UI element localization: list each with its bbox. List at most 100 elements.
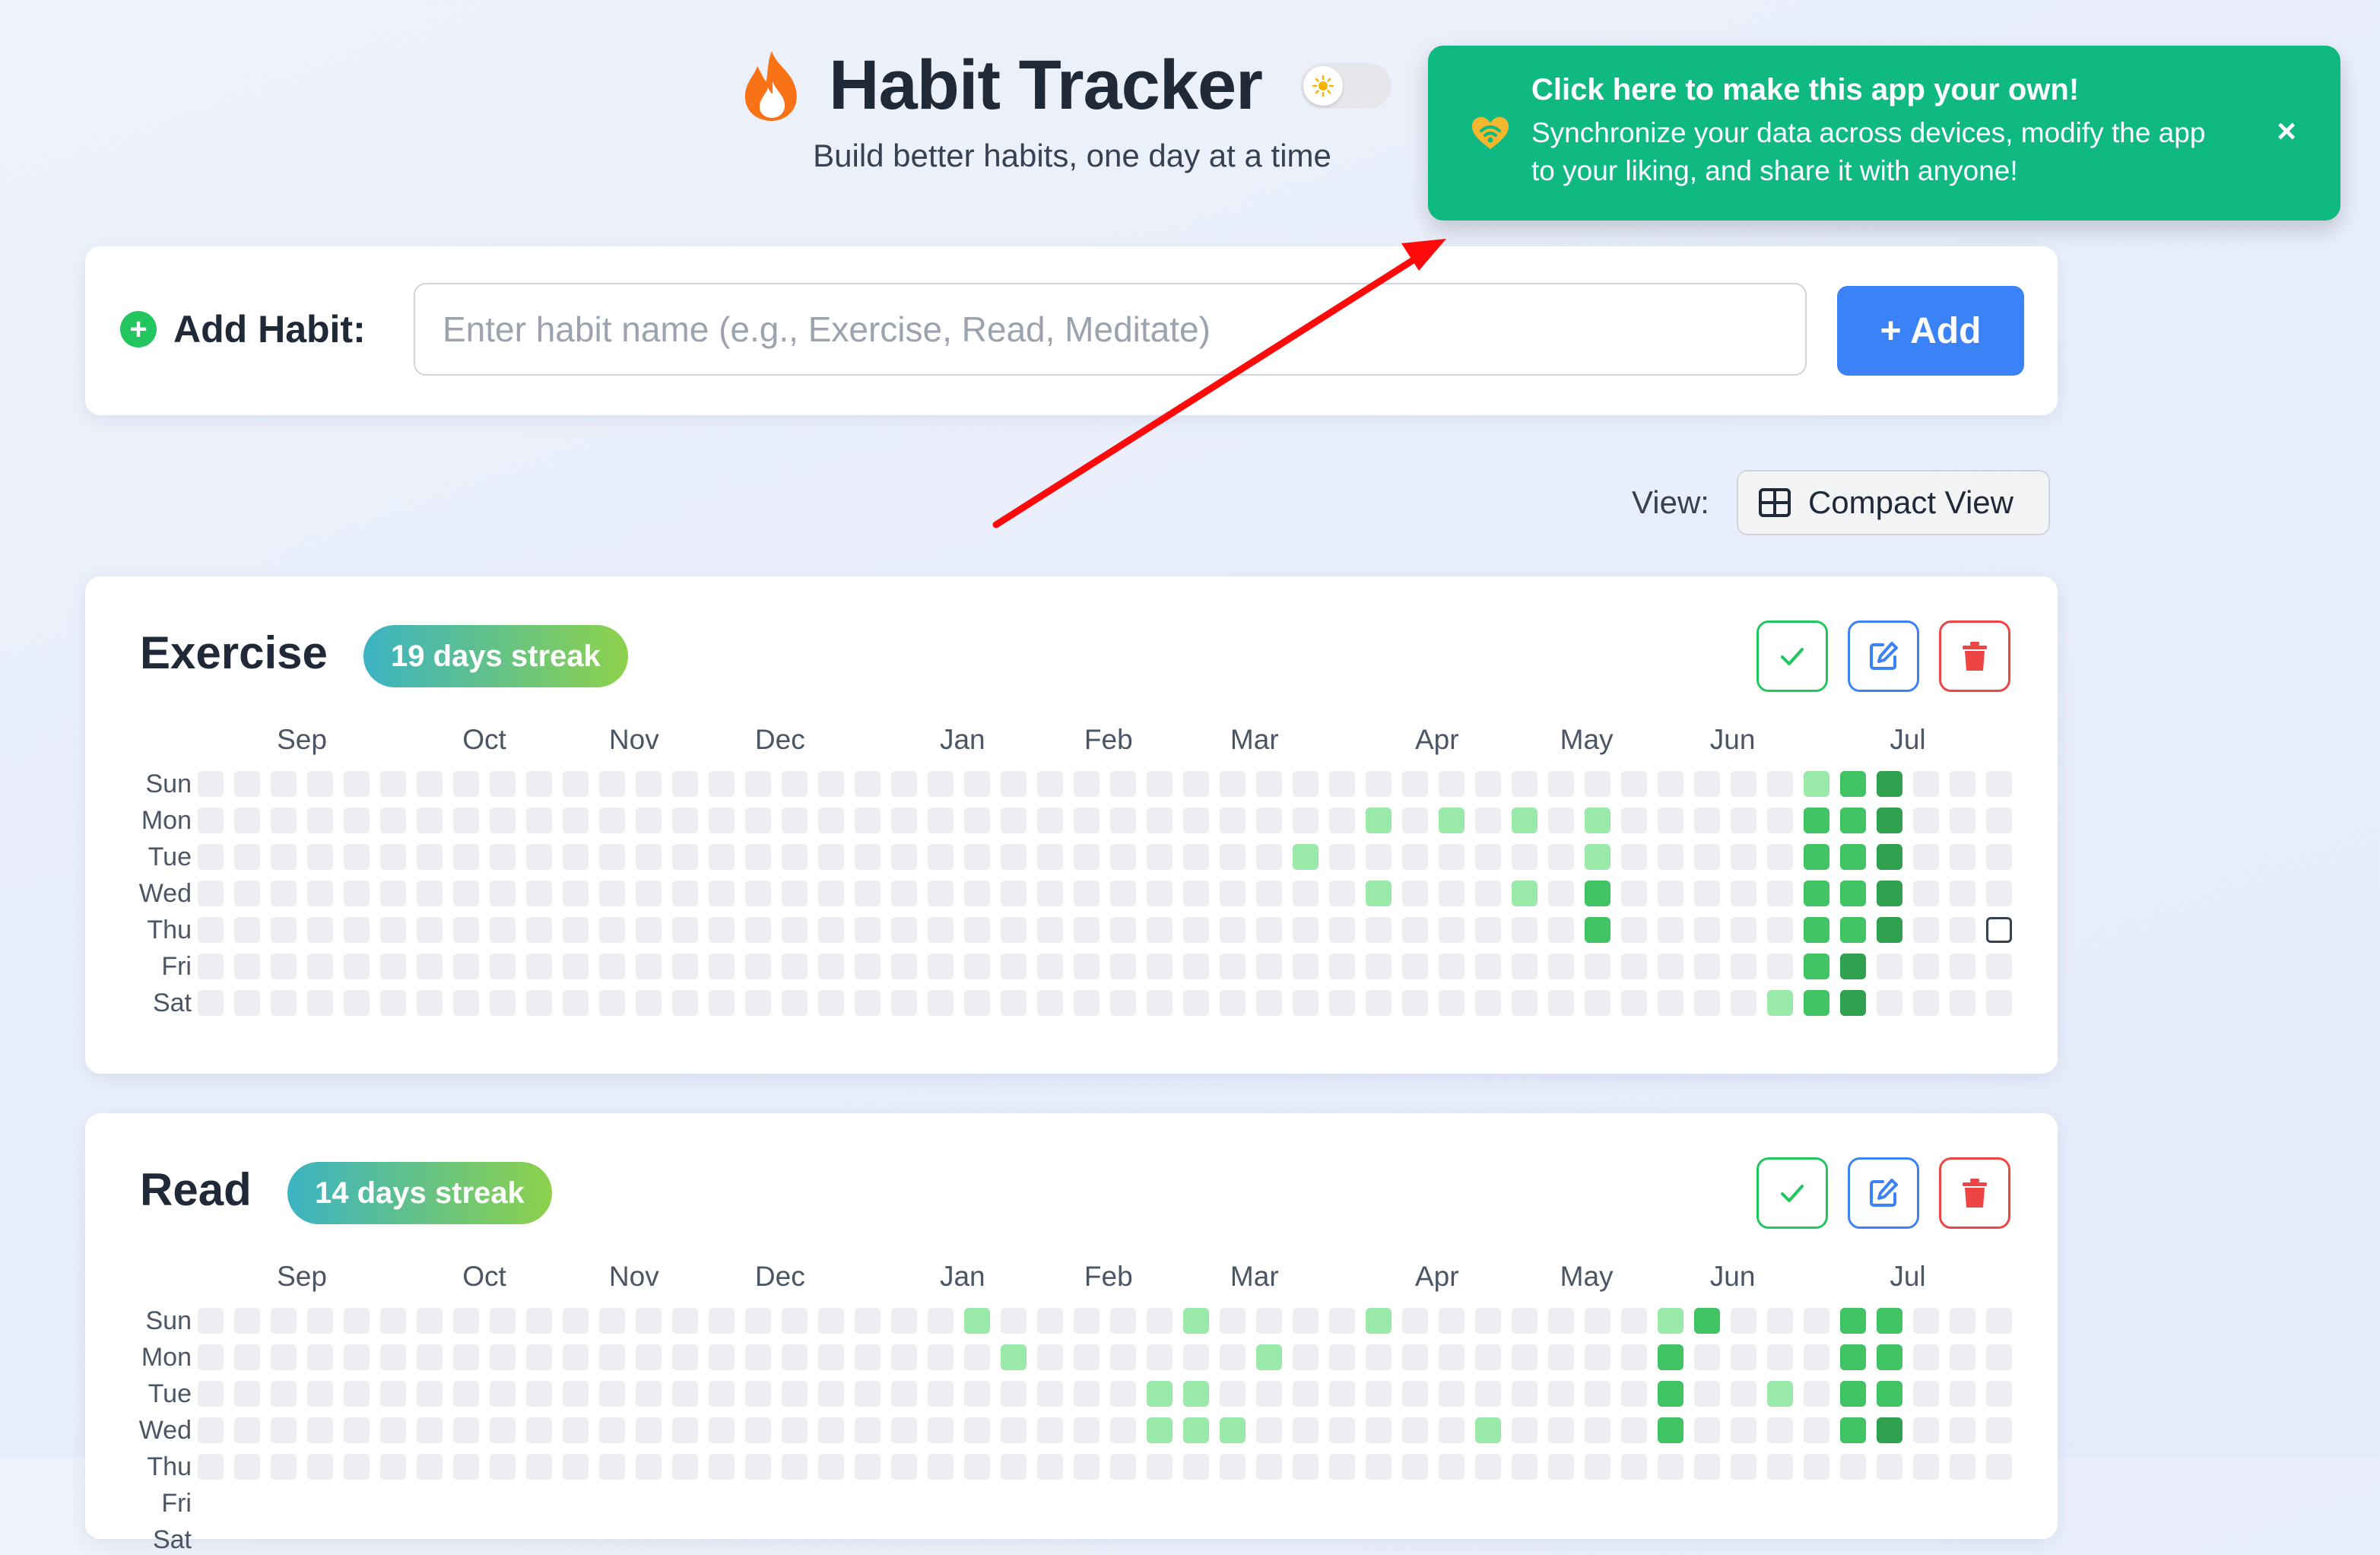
day-cell[interactable] — [1913, 808, 1939, 833]
day-cell[interactable] — [1074, 1454, 1100, 1480]
day-cell[interactable] — [1475, 844, 1501, 870]
day-cell[interactable] — [1512, 1381, 1537, 1407]
day-cell[interactable] — [782, 1344, 808, 1370]
day-cell[interactable] — [964, 771, 990, 797]
day-cell[interactable] — [1585, 990, 1610, 1016]
day-cell[interactable] — [745, 1344, 771, 1370]
day-cell[interactable] — [490, 990, 516, 1016]
day-cell[interactable] — [563, 1417, 589, 1443]
day-cell[interactable] — [1001, 844, 1027, 870]
day-cell[interactable] — [1950, 1344, 1975, 1370]
day-cell[interactable] — [782, 1417, 808, 1443]
day-cell[interactable] — [672, 1417, 698, 1443]
day-cell[interactable] — [1512, 1417, 1537, 1443]
day-cell[interactable] — [271, 1344, 297, 1370]
day-cell[interactable] — [636, 1381, 662, 1407]
day-cell[interactable] — [1256, 1381, 1282, 1407]
day-cell[interactable] — [380, 881, 406, 906]
day-cell[interactable] — [344, 1381, 370, 1407]
day-cell[interactable] — [1183, 1417, 1209, 1443]
day-cell[interactable] — [344, 771, 370, 797]
day-cell[interactable] — [1658, 1417, 1683, 1443]
day-cell[interactable] — [1548, 808, 1574, 833]
day-cell[interactable] — [1147, 1417, 1173, 1443]
day-cell[interactable] — [1001, 990, 1027, 1016]
day-cell[interactable] — [1585, 1454, 1610, 1480]
day-cell[interactable] — [1840, 771, 1866, 797]
day-cell[interactable] — [928, 954, 954, 979]
day-cell[interactable] — [1913, 844, 1939, 870]
day-cell[interactable] — [1767, 771, 1793, 797]
day-cell[interactable] — [1804, 808, 1829, 833]
day-cell[interactable] — [526, 1381, 552, 1407]
day-cell[interactable] — [234, 990, 260, 1016]
day-cell[interactable] — [1694, 1417, 1720, 1443]
day-cell[interactable] — [1366, 1417, 1392, 1443]
day-cell[interactable] — [198, 990, 224, 1016]
mark-done-button[interactable] — [1756, 620, 1828, 692]
day-cell[interactable] — [1475, 808, 1501, 833]
day-cell[interactable] — [599, 808, 625, 833]
day-cell[interactable] — [1548, 990, 1574, 1016]
day-cell[interactable] — [198, 954, 224, 979]
day-cell[interactable] — [1256, 771, 1282, 797]
day-cell[interactable] — [709, 990, 735, 1016]
day-cell[interactable] — [380, 1344, 406, 1370]
day-cell[interactable] — [599, 1308, 625, 1334]
day-cell[interactable] — [417, 1381, 443, 1407]
day-cell[interactable] — [1220, 771, 1246, 797]
day-cell[interactable] — [745, 1381, 771, 1407]
day-cell[interactable] — [1804, 1344, 1829, 1370]
day-cell[interactable] — [928, 1454, 954, 1480]
day-cell[interactable] — [1439, 808, 1464, 833]
day-cell[interactable] — [964, 881, 990, 906]
day-cell[interactable] — [1220, 1308, 1246, 1334]
day-cell[interactable] — [928, 1417, 954, 1443]
day-cell[interactable] — [1329, 1308, 1355, 1334]
day-cell[interactable] — [1804, 844, 1829, 870]
day-cell[interactable] — [380, 1454, 406, 1480]
day-cell[interactable] — [1183, 808, 1209, 833]
day-cell[interactable] — [1767, 1344, 1793, 1370]
day-cell[interactable] — [1110, 1417, 1136, 1443]
day-cell[interactable] — [672, 1454, 698, 1480]
day-cell[interactable] — [1512, 771, 1537, 797]
day-cell[interactable] — [1840, 881, 1866, 906]
day-cell[interactable] — [1877, 808, 1902, 833]
add-habit-button[interactable]: + Add — [1837, 286, 2024, 376]
day-cell[interactable] — [818, 844, 844, 870]
day-cell[interactable] — [1439, 1417, 1464, 1443]
day-cell[interactable] — [380, 808, 406, 833]
day-cell[interactable] — [1439, 1454, 1464, 1480]
day-cell[interactable] — [1585, 1417, 1610, 1443]
day-cell[interactable] — [1256, 881, 1282, 906]
day-cell[interactable] — [1074, 1417, 1100, 1443]
day-cell[interactable] — [1402, 1308, 1428, 1334]
day-cell[interactable] — [1804, 881, 1829, 906]
day-cell[interactable] — [1621, 1308, 1647, 1334]
day-cell[interactable] — [1366, 844, 1392, 870]
day-cell[interactable] — [417, 771, 443, 797]
day-cell[interactable] — [709, 881, 735, 906]
day-cell[interactable] — [1767, 808, 1793, 833]
day-cell[interactable] — [307, 917, 333, 943]
day-cell[interactable] — [1366, 917, 1392, 943]
day-cell[interactable] — [928, 917, 954, 943]
day-cell[interactable] — [234, 954, 260, 979]
day-cell[interactable] — [344, 917, 370, 943]
day-cell[interactable] — [1512, 1344, 1537, 1370]
day-cell[interactable] — [636, 1417, 662, 1443]
day-cell[interactable] — [490, 1417, 516, 1443]
day-cell[interactable] — [1366, 771, 1392, 797]
day-cell[interactable] — [1220, 808, 1246, 833]
day-cell[interactable] — [198, 844, 224, 870]
day-cell[interactable] — [1804, 954, 1829, 979]
day-cell[interactable] — [818, 990, 844, 1016]
day-cell[interactable] — [1329, 1381, 1355, 1407]
day-cell[interactable] — [1658, 1344, 1683, 1370]
day-cell[interactable] — [234, 1417, 260, 1443]
day-cell[interactable] — [453, 881, 479, 906]
day-cell[interactable] — [745, 844, 771, 870]
day-cell[interactable] — [1293, 1381, 1319, 1407]
day-cell[interactable] — [1110, 808, 1136, 833]
